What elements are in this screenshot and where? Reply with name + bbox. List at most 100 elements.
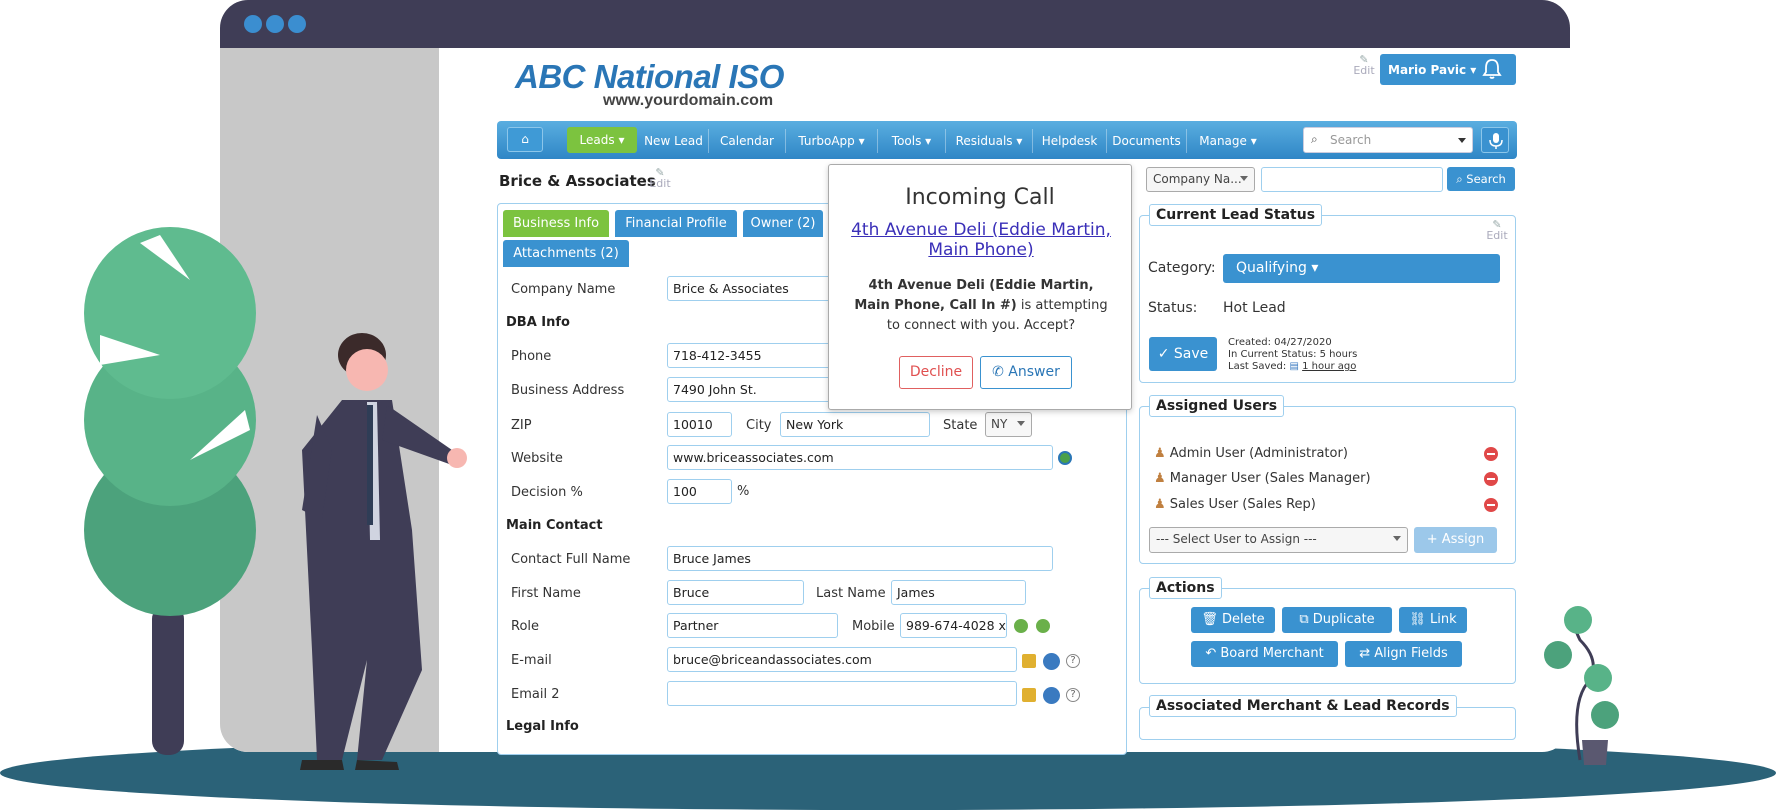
bell-icon[interactable] <box>1482 58 1502 80</box>
remove-user-icon[interactable] <box>1484 447 1498 461</box>
email-input[interactable]: bruce@briceandassociates.com <box>667 647 1017 672</box>
folder-icon[interactable] <box>1022 688 1036 702</box>
zip-input[interactable]: 10010 <box>667 412 732 437</box>
modal-message: 4th Avenue Deli (Eddie Martin, Main Phon… <box>851 276 1111 336</box>
edit-label: Edit <box>649 177 671 190</box>
check-icon: ✓ <box>1157 346 1170 362</box>
role-input[interactable]: Partner <box>667 613 838 638</box>
tab-attachments[interactable]: Attachments (2) <box>503 240 629 267</box>
delete-button[interactable]: 🗑 Delete <box>1191 607 1275 633</box>
email2-label: Email 2 <box>511 687 560 702</box>
chevron-down-icon <box>1458 138 1466 143</box>
nav-search-input[interactable]: ⌕ Search <box>1303 127 1473 153</box>
microphone-icon <box>1489 133 1503 149</box>
sms-icon[interactable] <box>1036 619 1050 633</box>
state-select[interactable]: NY <box>985 412 1032 437</box>
phone-label: Phone <box>511 349 552 364</box>
window-dot-icon <box>244 15 262 33</box>
email-compose-icon[interactable] <box>1043 653 1060 670</box>
help-icon[interactable]: ? <box>1066 688 1080 702</box>
link-button[interactable]: ⛓ Link <box>1399 607 1467 633</box>
main-navbar: ⌂ Leads ▾ New Lead Calendar TurboApp ▾ T… <box>497 121 1517 159</box>
user-icon: ♟ <box>1154 471 1166 486</box>
phone-input[interactable]: 718-412-3455 <box>667 343 833 368</box>
nav-leads[interactable]: Leads ▾ <box>567 127 637 153</box>
assign-user-value: --- Select User to Assign --- <box>1156 532 1317 546</box>
category-value: Qualifying <box>1236 260 1307 276</box>
nav-search-placeholder: Search <box>1330 133 1372 147</box>
assign-button[interactable]: + Assign <box>1414 527 1497 553</box>
record-search-button[interactable]: ⌕ Search <box>1447 167 1515 191</box>
last-name-input[interactable]: James <box>891 580 1026 605</box>
copy-icon: ⧉ <box>1299 612 1309 627</box>
email-label: E-mail <box>511 653 552 668</box>
first-name-input[interactable]: Bruce <box>667 580 804 605</box>
status-edit-button[interactable]: ✎ Edit <box>1483 219 1511 241</box>
decision-input[interactable]: 100 <box>667 479 732 504</box>
nav-tools[interactable]: Tools ▾ <box>878 129 946 153</box>
help-icon[interactable]: ? <box>1066 654 1080 668</box>
align-fields-button[interactable]: ⇄ Align Fields <box>1345 641 1462 667</box>
phone-icon: ✆ <box>992 364 1004 380</box>
contact-full-label: Contact Full Name <box>511 552 631 567</box>
user-name: Sales User (Sales Rep) <box>1169 497 1316 512</box>
category-label: Category: <box>1148 260 1216 276</box>
assign-user-select[interactable]: --- Select User to Assign --- <box>1149 527 1408 553</box>
tab-business-info[interactable]: Business Info <box>503 210 609 237</box>
created-date: Created: 04/27/2020 <box>1228 337 1332 348</box>
company-name-input[interactable]: Brice & Associates <box>667 276 833 301</box>
role-label: Role <box>511 619 540 634</box>
save-button[interactable]: ✓ Save <box>1149 337 1217 371</box>
tab-owner[interactable]: Owner (2) <box>743 210 823 237</box>
edit-label: Edit <box>1353 64 1375 77</box>
mobile-input[interactable]: 989-674-4028 x <box>900 613 1007 638</box>
dba-section-heading: DBA Info <box>506 315 570 330</box>
window-dot-icon <box>266 15 284 33</box>
address-input[interactable]: 7490 John St. <box>667 377 833 402</box>
legal-info-heading: Legal Info <box>506 719 579 734</box>
nav-leads-label: Leads <box>579 133 615 147</box>
nav-home-button[interactable]: ⌂ <box>507 127 543 152</box>
decline-button[interactable]: Decline <box>899 356 973 389</box>
last-saved-link[interactable]: 1 hour ago <box>1302 361 1356 372</box>
globe-icon[interactable] <box>1058 451 1072 465</box>
search-field-value: Company Na... <box>1153 172 1242 186</box>
brand-logo[interactable]: ABC National ISO <box>515 58 784 96</box>
email2-input[interactable] <box>667 681 1017 706</box>
title-edit-button[interactable]: ✎ Edit <box>646 167 674 189</box>
folder-icon[interactable] <box>1022 654 1036 668</box>
record-search-input[interactable] <box>1261 167 1443 192</box>
nav-turboapp[interactable]: TurboApp ▾ <box>786 129 878 153</box>
nav-calendar[interactable]: Calendar <box>709 129 786 153</box>
contact-full-input[interactable]: Bruce James <box>667 546 1053 571</box>
user-row: ♟ Admin User (Administrator) <box>1154 446 1454 461</box>
city-input[interactable]: New York <box>780 412 930 437</box>
search-icon: ⌕ <box>1456 172 1463 186</box>
mobile-label: Mobile <box>852 619 895 634</box>
nav-documents[interactable]: Documents <box>1107 129 1187 153</box>
phone-call-icon[interactable] <box>1014 619 1028 633</box>
email-compose-icon[interactable] <box>1043 687 1060 704</box>
search-field-select[interactable]: Company Na... <box>1146 167 1255 192</box>
company-name-label: Company Name <box>511 282 616 297</box>
nav-residuals[interactable]: Residuals ▾ <box>946 129 1033 153</box>
city-label: City <box>746 418 772 433</box>
nav-manage[interactable]: Manage ▾ <box>1187 129 1269 153</box>
duplicate-button[interactable]: ⧉ Duplicate <box>1282 607 1392 633</box>
calendar-icon: ▤ <box>1289 361 1299 372</box>
nav-helpdesk[interactable]: Helpdesk <box>1033 129 1107 153</box>
website-input[interactable]: www.briceassociates.com <box>667 445 1053 470</box>
remove-user-icon[interactable] <box>1484 498 1498 512</box>
category-select[interactable]: Qualifying ▾ <box>1223 254 1500 283</box>
answer-button[interactable]: ✆ Answer <box>980 356 1072 389</box>
nav-new-lead[interactable]: New Lead <box>639 129 709 153</box>
board-merchant-button[interactable]: ↶ Board Merchant <box>1191 641 1338 667</box>
nav-mic-button[interactable] <box>1481 127 1509 153</box>
tab-financial-profile[interactable]: Financial Profile <box>615 210 737 237</box>
remove-user-icon[interactable] <box>1484 472 1498 486</box>
caller-link[interactable]: 4th Avenue Deli (Eddie Martin, Main Phon… <box>849 220 1113 260</box>
edit-label: Edit <box>1486 229 1508 242</box>
header-edit-button[interactable]: ✎ Edit <box>1349 54 1379 76</box>
user-name: Mario Pavic <box>1388 63 1467 77</box>
answer-label: Answer <box>1008 364 1060 380</box>
